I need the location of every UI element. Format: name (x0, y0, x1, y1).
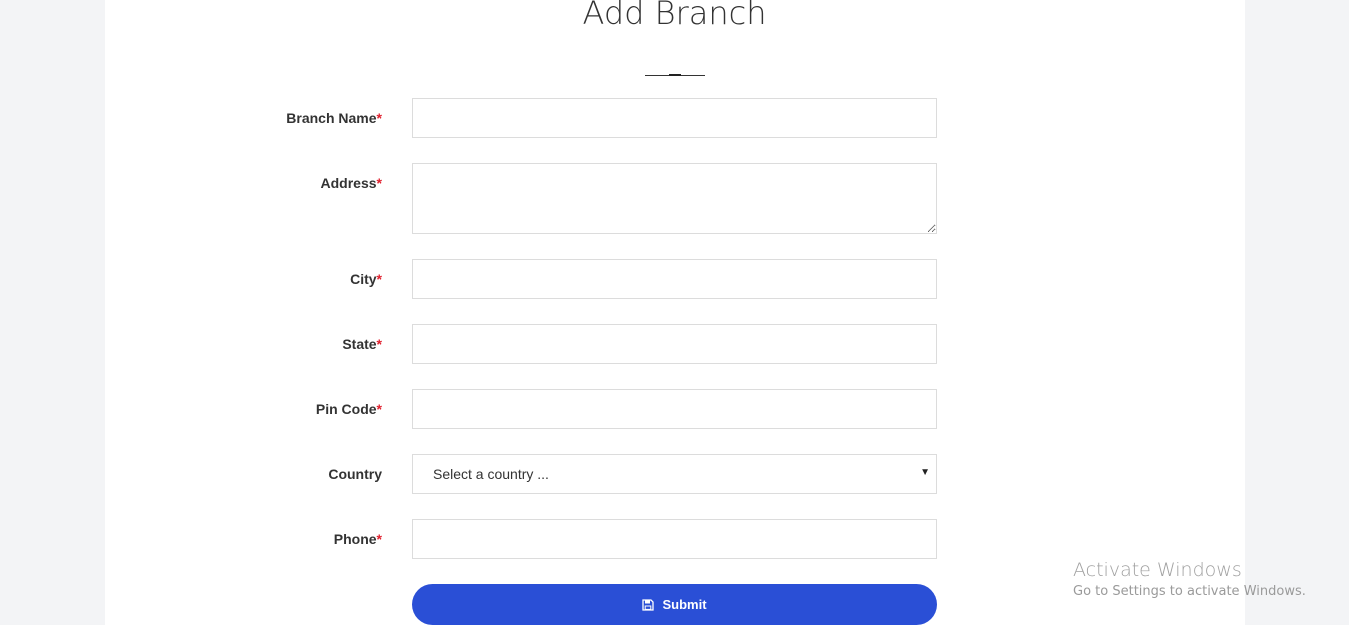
phone-label-text: Phone (333, 531, 377, 547)
save-icon (642, 598, 655, 611)
pin-code-label-text: Pin Code (315, 401, 377, 417)
city-label: City* (350, 271, 382, 287)
state-label: State* (342, 336, 382, 352)
required-marker: * (376, 531, 382, 547)
required-marker: * (376, 110, 382, 126)
state-input[interactable] (412, 324, 937, 364)
submit-button-label: Submit (662, 597, 707, 612)
branch-name-label: Branch Name* (286, 110, 382, 126)
address-textarea[interactable] (412, 163, 937, 234)
title-divider-accent (669, 74, 681, 76)
state-label-text: State (342, 336, 377, 352)
pin-code-label: Pin Code* (316, 401, 382, 417)
city-input[interactable] (412, 259, 937, 299)
required-marker: * (376, 336, 382, 352)
city-label-text: City (350, 271, 377, 287)
country-select[interactable]: Select a country ... ▼ (412, 454, 937, 494)
required-marker: * (376, 401, 382, 417)
branch-name-input[interactable] (412, 98, 937, 138)
watermark-subtitle: Go to Settings to activate Windows. (1073, 584, 1306, 599)
phone-input[interactable] (412, 519, 937, 559)
required-marker: * (376, 271, 382, 287)
country-label: Country (328, 466, 382, 482)
chevron-down-icon: ▼ (920, 467, 930, 478)
watermark-title: Activate Windows (1073, 559, 1242, 581)
page-title: Add Branch (582, 0, 767, 32)
address-label: Address* (321, 175, 382, 191)
country-label-text: Country (328, 466, 382, 482)
address-label-text: Address (320, 175, 377, 191)
branch-name-label-text: Branch Name (286, 110, 377, 126)
country-select-value: Select a country ... (433, 466, 549, 482)
phone-label: Phone* (334, 531, 382, 547)
required-marker: * (376, 175, 382, 191)
pin-code-input[interactable] (412, 389, 937, 429)
windows-activation-watermark: Activate Windows Go to Settings to activ… (1073, 559, 1306, 599)
submit-button[interactable]: Submit (412, 584, 937, 625)
